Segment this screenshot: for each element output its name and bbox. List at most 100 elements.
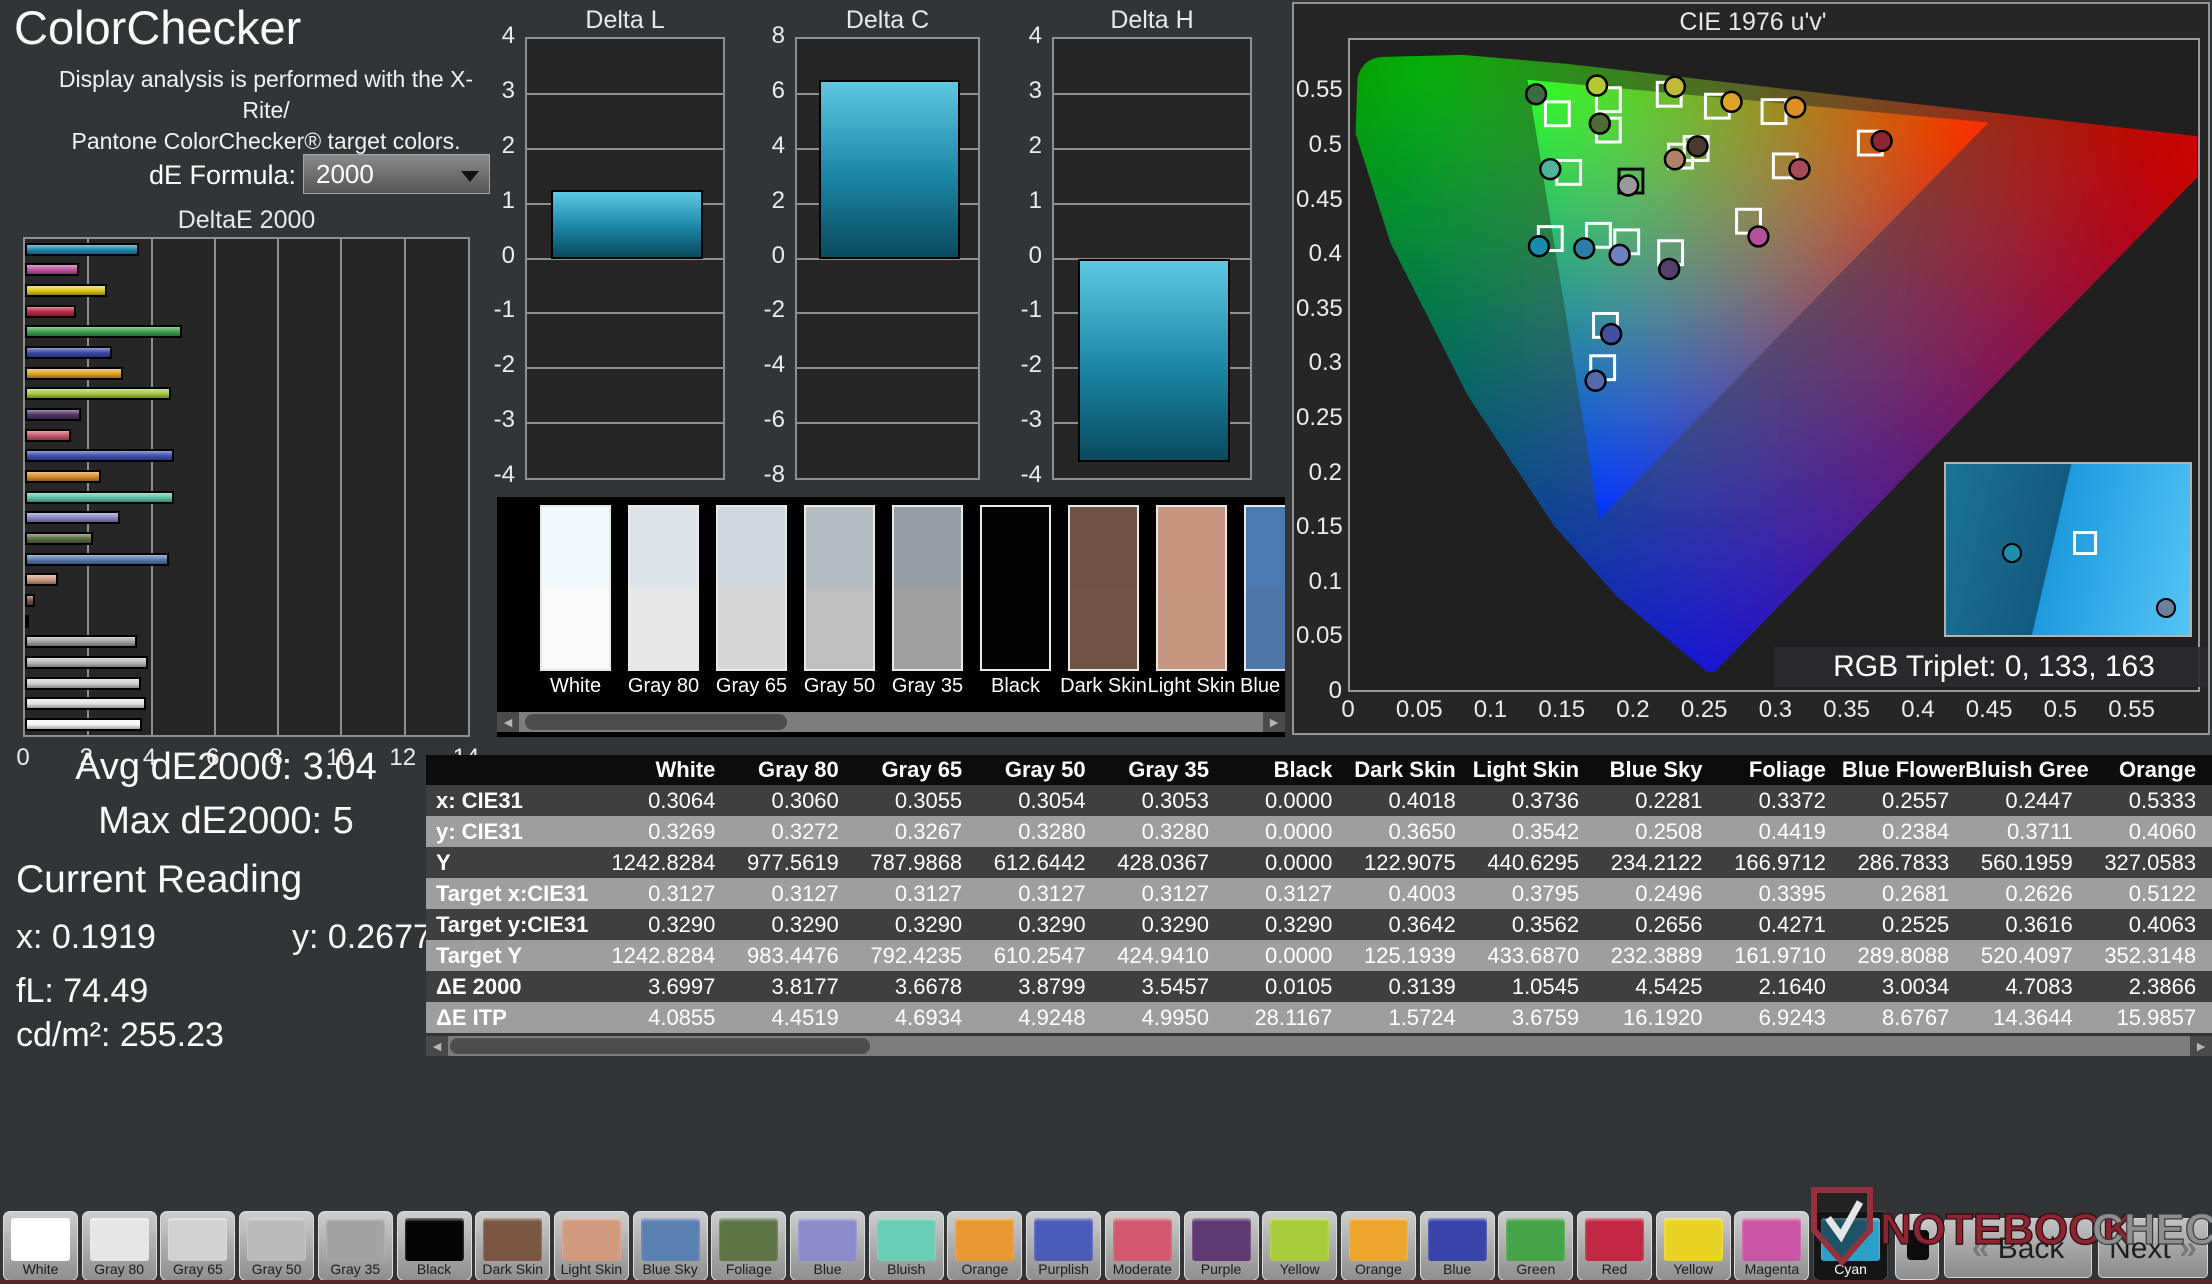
table-value-cell: 161.9710 <box>1734 943 1826 968</box>
table-value-cell: 3.6997 <box>648 974 716 999</box>
table-value-cell: 6.9243 <box>1758 1005 1826 1030</box>
patch-swatch <box>404 1218 464 1261</box>
swatch-scrollbar-left-arrow-icon[interactable]: ◄ <box>497 712 519 732</box>
de-formula-dropdown[interactable]: 2000 <box>303 154 490 194</box>
deltae-chart-title: DeltaE 2000 <box>177 206 316 234</box>
patch-button-purplish-blue[interactable]: Purplish Blue <box>1026 1211 1102 1284</box>
table-value-cell: 0.3272 <box>771 819 839 844</box>
table-scrollbar-left-arrow-icon[interactable]: ◄ <box>426 1036 448 1056</box>
deltae-bar-yellow-green <box>25 387 171 401</box>
swatch-scrollbar-right-arrow-icon[interactable]: ► <box>1263 712 1285 732</box>
de-formula-value: 2000 <box>316 159 374 189</box>
swatch-actual <box>894 507 961 588</box>
inset-measured-cyan <box>2001 542 2022 563</box>
table-value-cell: 0.3616 <box>2005 912 2073 937</box>
deltae-bar-gray-35 <box>25 635 138 649</box>
swatch-target <box>894 588 961 669</box>
table-row-label: y: CIE31 <box>436 819 523 844</box>
table-value-cell: 0.3139 <box>1388 974 1456 999</box>
patch-button-moderate-red[interactable]: Moderate Red <box>1104 1211 1180 1284</box>
cie-x-tick: 0.55 <box>2108 696 2155 723</box>
patch-button-yellow[interactable]: Yellow <box>1655 1211 1731 1281</box>
delta-gridline <box>1054 202 1250 205</box>
patch-button-red[interactable]: Red <box>1577 1211 1652 1281</box>
patch-button-dark-skin[interactable]: Dark Skin <box>475 1211 551 1281</box>
measured-marker-green <box>1524 83 1548 106</box>
delta-y-tick: 4 <box>1028 22 1042 49</box>
patch-button-cyan[interactable]: Cyan <box>1813 1211 1889 1281</box>
patch-button-light-skin[interactable]: Light Skin <box>553 1211 629 1281</box>
delta-y-tick: -6 <box>763 406 785 434</box>
delta-gridline <box>527 92 723 95</box>
bottom-accent-line <box>0 1280 2212 1284</box>
table-value-cell: 0.0000 <box>1265 850 1333 875</box>
measured-marker-cyan <box>1527 234 1551 258</box>
back-button[interactable]: « Back <box>1944 1218 2092 1278</box>
cie-x-tick: 0.1 <box>1473 696 1508 723</box>
patch-label: Blue Sky <box>642 1261 698 1277</box>
cie-x-tick: 0.25 <box>1680 696 1728 723</box>
table-scrollbar-thumb[interactable] <box>450 1038 870 1054</box>
patch-button-bluish-green[interactable]: Bluish Green <box>868 1211 944 1284</box>
deltae-bar-orange <box>25 469 101 483</box>
subtitle-line2: Pantone ColorChecker® target colors. <box>71 128 461 154</box>
patch-button-blue-flower[interactable]: Blue Flower <box>790 1211 865 1284</box>
table-value-cell: 0.3290 <box>1265 912 1333 937</box>
patch-button-white[interactable]: White <box>3 1211 78 1281</box>
table-scrollbar-right-arrow-icon[interactable]: ► <box>2190 1036 2212 1056</box>
delta-h-bar <box>1078 258 1230 462</box>
patch-button-magenta[interactable]: Magenta <box>1734 1211 1810 1281</box>
deltae-bar-moderate-red <box>25 428 71 442</box>
table-value-cell: 0.3395 <box>1758 881 1826 906</box>
patch-button-orange[interactable]: Orange <box>947 1211 1023 1281</box>
cie-x-tick: 0.2 <box>1616 696 1650 723</box>
table-value-cell: 977.5619 <box>747 850 839 875</box>
table-value-cell: 0.4018 <box>1388 788 1456 813</box>
next-button[interactable]: Next » <box>2098 1218 2208 1278</box>
patch-button-gray-80[interactable]: Gray 80 <box>81 1211 157 1281</box>
measured-marker-orange <box>1784 96 1807 119</box>
deltae-bar-light-skin <box>25 573 59 587</box>
deltae-bar-green <box>25 325 183 339</box>
swatch-label: Gray 35 <box>891 675 964 697</box>
cie-y-tick: 0.25 <box>1296 404 1343 432</box>
swatch-dark-skin <box>1068 505 1139 671</box>
patch-button-black[interactable]: Black <box>396 1211 472 1281</box>
swatch-gray-50 <box>804 505 875 671</box>
table-column-header: Dark Skin <box>1354 757 1456 782</box>
table-scrollbar[interactable]: ◄ ► <box>426 1036 2212 1056</box>
next-chevron-icon: » <box>2179 1229 2197 1265</box>
patch-swatch <box>876 1218 936 1261</box>
delta-l-bar <box>551 189 703 259</box>
cie-zoom-inset <box>1944 462 2192 637</box>
patch-button-foliage[interactable]: Foliage <box>711 1211 787 1281</box>
patch-button-orange-yellow[interactable]: Orange Yellow <box>1340 1211 1416 1284</box>
swatch-scrollbar[interactable]: ◄ ► <box>497 712 1285 732</box>
swatch-actual <box>542 507 609 588</box>
patch-button-gray-65[interactable]: Gray 65 <box>160 1211 236 1281</box>
table-value-cell: 0.2447 <box>2005 788 2073 813</box>
cie-x-tick: 0.45 <box>1965 696 2013 723</box>
table-value-cell: 4.5425 <box>1635 974 1703 999</box>
table-value-cell: 0.2496 <box>1635 881 1703 906</box>
patch-button-blue-sky[interactable]: Blue Sky <box>632 1211 708 1281</box>
table-row-label: Y <box>436 850 451 875</box>
display-mode-button[interactable] <box>1895 1214 1939 1280</box>
patch-button-gray-50[interactable]: Gray 50 <box>239 1211 315 1281</box>
display-icon <box>1907 1230 1929 1260</box>
cie-y-tick: 0.45 <box>1296 185 1343 213</box>
patch-button-green[interactable]: Green <box>1498 1211 1574 1281</box>
table-value-cell: 0.3053 <box>1141 788 1209 813</box>
swatch-label: Gray 80 <box>627 675 700 697</box>
table-value-cell: 4.9248 <box>1018 1005 1086 1030</box>
swatch-scrollbar-thumb[interactable] <box>525 714 787 730</box>
patch-button-purple[interactable]: Purple <box>1183 1211 1259 1281</box>
table-value-cell: 0.3542 <box>1511 819 1580 844</box>
cie-1976-panel: CIE 1976 u'v' 0.55 0.5 0.45 0.4 0.35 0.3… <box>1292 2 2210 735</box>
patch-button-gray-35[interactable]: Gray 35 <box>317 1211 393 1281</box>
patch-button-blue[interactable]: Blue <box>1419 1211 1495 1281</box>
measured-marker-blue-sky <box>1573 237 1596 260</box>
patch-button-yellow-green[interactable]: Yellow Green <box>1262 1211 1338 1284</box>
delta-y-tick: 2 <box>771 186 785 214</box>
cie-x-tick: 0.15 <box>1538 696 1586 723</box>
